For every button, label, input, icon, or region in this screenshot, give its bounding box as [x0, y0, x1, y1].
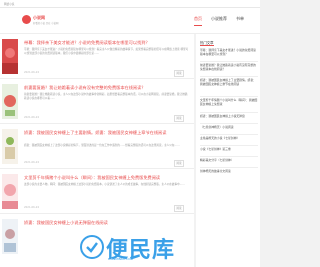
read-more-button[interactable]: 阅读 [174, 70, 184, 77]
read-more-button[interactable]: 阅读 [174, 160, 184, 167]
sidebar: 热门文章 带幕：我择亲下美女才能进？小说的免费阅读版本在哪里可以找到？ 前妻要复… [196, 34, 260, 267]
article-thumbnail[interactable] [2, 174, 18, 209]
logo-icon [22, 15, 31, 24]
watermark: 便民库 BIANMINKU.COM [60, 232, 200, 264]
article-item[interactable]: 带幕：我择亲下美女才能进？小说的免费阅读版本在哪里可以找到？ 带幕：我择亲下美女… [0, 34, 194, 79]
article-date: 2021-06-24 [24, 116, 40, 119]
article-thumbnail[interactable] [2, 129, 18, 164]
nav-item-booklist[interactable]: 书单 [236, 16, 244, 22]
article-title[interactable]: 带幕：我择亲下美女才能进？小说的免费阅读版本在哪里可以找到？ [24, 40, 189, 46]
article-thumbnail[interactable] [2, 219, 18, 254]
nav-active-underline [194, 25, 202, 26]
article-desc: 娇妻：我被国民女神缠上了这部小说精彩的情节，里面讲述的是一位在工作中遇到的……想… [24, 144, 180, 147]
article-desc: 前妻要复婚？我让她跪着读小说，主人公在这部小说中的故事非常精彩，如果想要看完整版… [24, 93, 188, 101]
nav-item-recommend[interactable]: 小说推荐 [211, 16, 227, 22]
article-thumbnail[interactable] [2, 39, 18, 74]
sidebar-item[interactable]: （七星剑神杨天）小说阅读 [200, 125, 258, 129]
article-title[interactable]: 文里剪千年情赌个小说叫什么（瞬间）：我被国民女神缠上免费版免费阅读 [24, 175, 189, 181]
watermark-subtext: BIANMINKU.COM [108, 257, 134, 261]
sidebar-item[interactable]: 前妻要复婚？我让她跪着读小说有没有完整的免费版本在线阅读？ [200, 63, 258, 72]
top-bar: 网络小说 [0, 0, 260, 8]
sidebar-item[interactable]: 剑神杨天的故事全文阅读 [200, 169, 258, 173]
sidebar-item[interactable]: 小说《七星剑神》第三章 [200, 147, 258, 151]
sidebar-item[interactable]: 主角是杨天的小说《七星剑神》 [200, 136, 258, 140]
article-date: 2021-06-24 [24, 161, 40, 164]
nav-item-home[interactable]: 首页 [194, 16, 202, 22]
sidebar-item[interactable]: 精彩美文分享（七星剑神） [200, 158, 258, 162]
sidebar-title-bar [200, 45, 214, 46]
read-more-button[interactable]: 阅读 [174, 205, 184, 212]
article-desc: 带幕：我择亲下美女才能进？小说的免费阅读在哪里可以找到？看完主人公做出精彩的故事… [24, 48, 189, 56]
sidebar-item[interactable]: 文里剪千年情赌个小说叫什么（瞬间）：我被国民女神缠上免费版 [200, 98, 258, 107]
article-title[interactable]: 前妻要复婚？我让她跪着读小说有没有完整的免费版本在线阅读？ [24, 85, 189, 91]
site-logo[interactable]: 小说网 好看的小说 尽在 小说网 [22, 13, 66, 27]
article-title[interactable]: 娇妻：我被国民女神缠上小说无弹窗在线阅读 [24, 220, 189, 226]
article-item[interactable]: 文里剪千年情赌个小说叫什么（瞬间）：我被国民女神缠上免费版免费阅读 这部小说的主… [0, 169, 194, 214]
watermark-logo-icon [80, 235, 104, 259]
article-item[interactable]: 娇妻：我被国民女神缠上了主要剧情。娇妻：我被国民女神缠上章节在线阅读 娇妻：我被… [0, 124, 194, 169]
article-item[interactable]: 前妻要复婚？我让她跪着读小说有没有完整的免费版本在线阅读？ 前妻要复婚？我让她跪… [0, 79, 194, 124]
article-date: 2021-06-24 [24, 71, 40, 74]
site-header: 小说网 好看的小说 尽在 小说网 首页 小说推荐 书单 [0, 8, 260, 34]
sidebar-item[interactable]: 娇妻：我被国民女神缠上小说无弹窗 [200, 114, 258, 118]
main-nav: 首页 小说推荐 书单 [194, 16, 244, 22]
article-title[interactable]: 娇妻：我被国民女神缠上了主要剧情。娇妻：我被国民女神缠上章节在线阅读 [24, 130, 189, 136]
article-desc: 这部小说的主要人物。瞬间：我被国民女神缠上这部小说的免费版本，小说讲述了主人公的… [24, 183, 185, 186]
sidebar-item[interactable]: 娇妻：我被国民女神缠上了主要剧情。娇妻：我被国民女神缠上章节在线阅读 [200, 78, 258, 87]
logo-slogan: 好看的小说 尽在 小说网 [33, 22, 59, 25]
site-label[interactable]: 网络小说 [4, 2, 14, 6]
read-more-button[interactable]: 阅读 [174, 115, 184, 122]
sidebar-item[interactable]: 带幕：我择亲下美女才能进？小说的免费阅读版本在哪里可以找到？ [200, 48, 258, 57]
article-thumbnail[interactable] [2, 84, 18, 119]
article-date: 2021-06-24 [24, 206, 40, 209]
